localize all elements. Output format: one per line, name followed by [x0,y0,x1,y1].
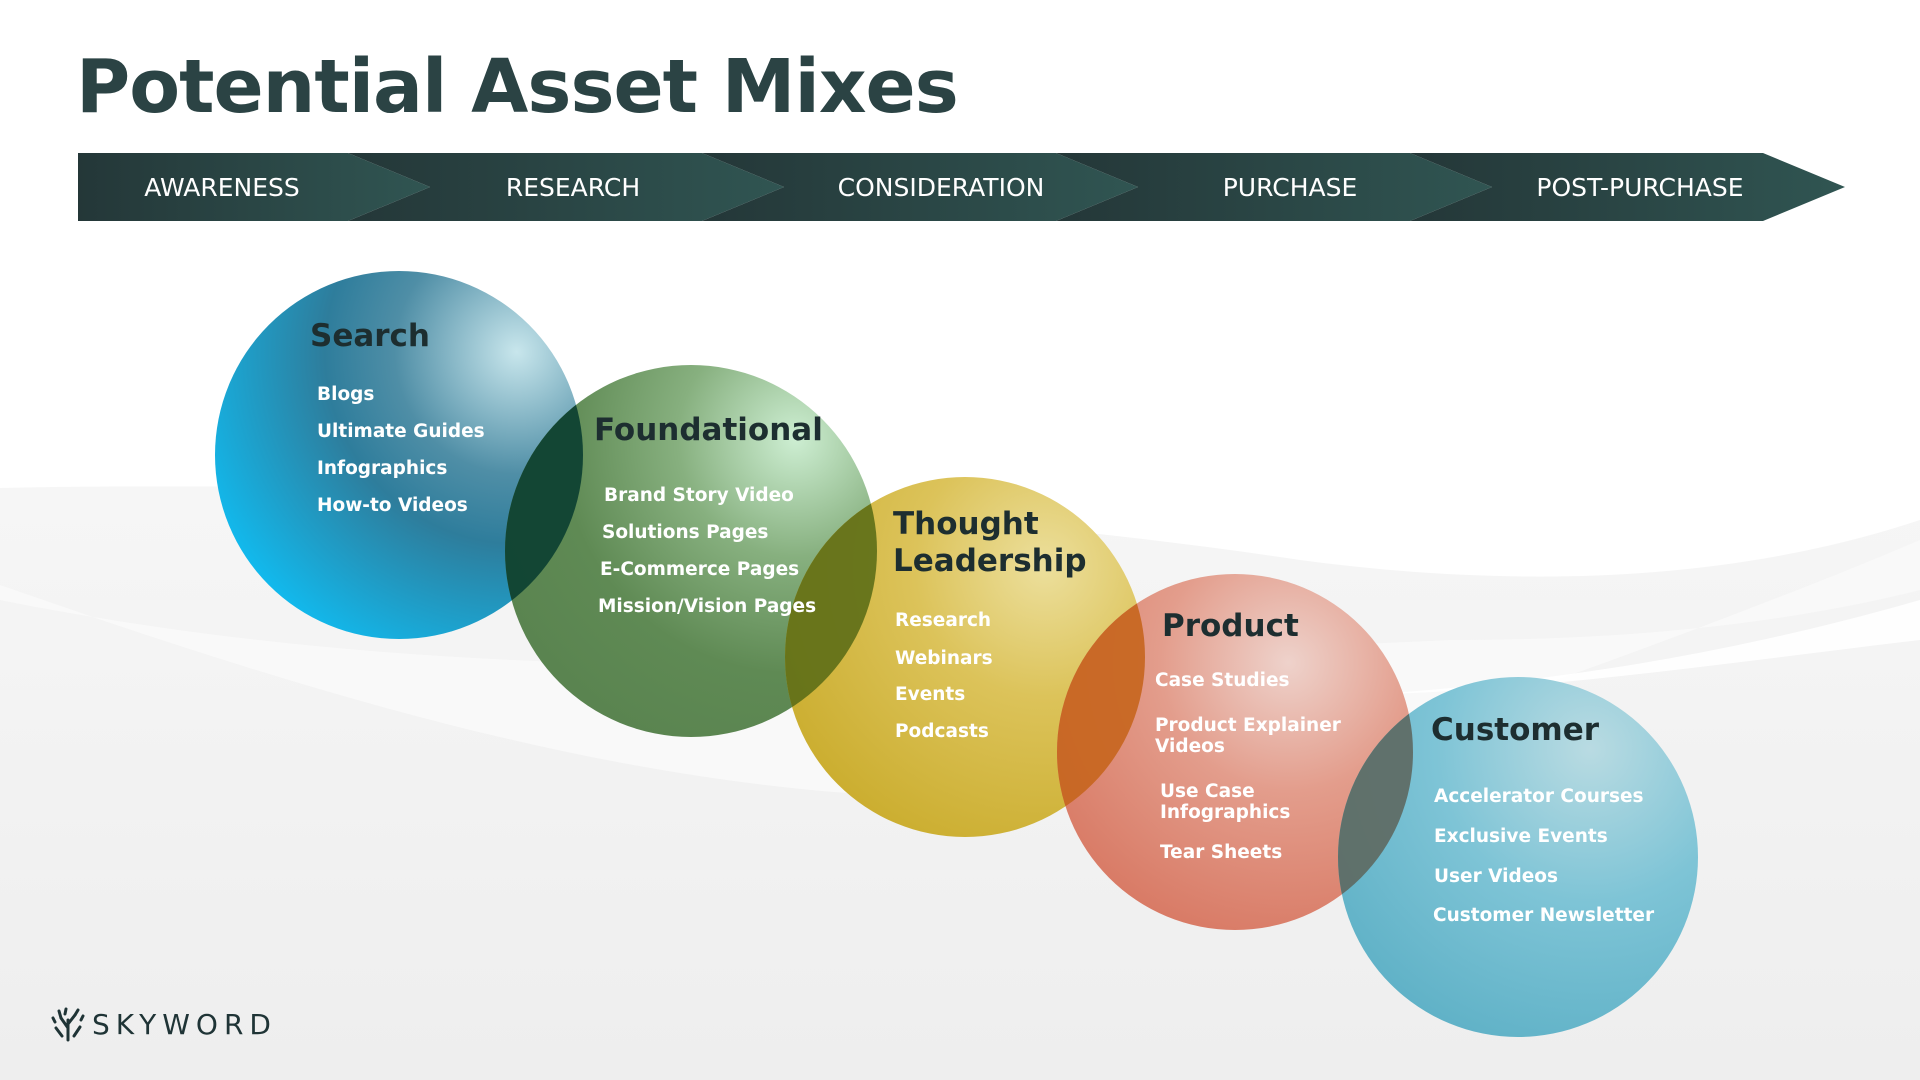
asset-item: Case Studies [1155,670,1290,691]
asset-item: Videos [1155,736,1225,757]
asset-item: Research [895,610,992,631]
asset-item: Mission/Vision Pages [598,596,817,617]
asset-item: Ultimate Guides [317,421,485,442]
asset-item: User Videos [1434,866,1558,887]
asset-item: Accelerator Courses [1434,786,1644,807]
circle-title: Product [1162,608,1299,644]
circle-title: Thought [893,506,1039,542]
asset-item: Infographics [317,458,448,479]
asset-item: E-Commerce Pages [600,559,800,580]
asset-item: Customer Newsletter [1433,905,1655,926]
asset-item: Brand Story Video [604,485,794,506]
asset-item: Use Case [1160,781,1255,802]
asset-item: Solutions Pages [602,522,769,543]
asset-item: Product Explainer [1155,715,1341,736]
asset-item: Exclusive Events [1434,826,1608,847]
circle-title: Customer [1431,712,1600,748]
logo-wordmark: SKYWORD [92,1007,277,1041]
asset-item: Podcasts [895,721,989,742]
skyword-tree-icon [51,1007,85,1042]
asset-item: Events [895,684,966,705]
asset-item: Infographics [1160,802,1291,823]
asset-item: Tear Sheets [1160,842,1283,863]
circle-title: Foundational [594,412,823,448]
circle-title: Leadership [893,543,1087,579]
asset-item: How-to Videos [317,495,468,516]
circle-title: Search [310,318,431,354]
skyword-logo: SKYWORD [50,1004,277,1044]
asset-item: Blogs [317,384,375,405]
asset-item: Webinars [895,648,993,669]
